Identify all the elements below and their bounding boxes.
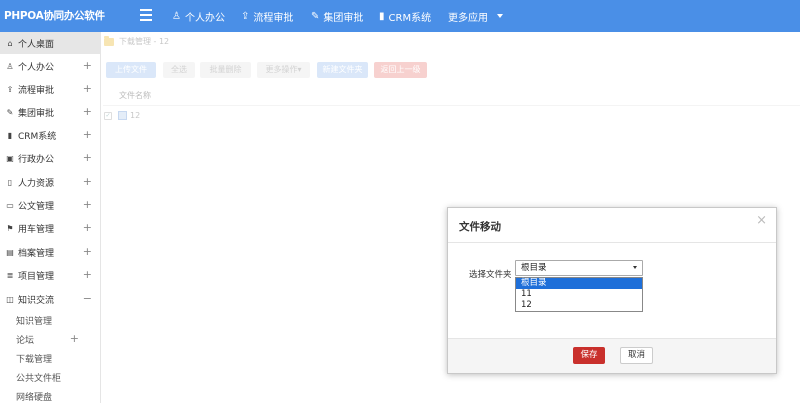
move-file-dialog: 文件移动 × 选择文件夹 根目录 根目录 11 12 保存 取消 [447, 207, 777, 374]
sidebar-item-label: CRM系统 [18, 131, 57, 142]
sidebar-subitem-label: 知识管理 [16, 317, 53, 327]
expand-plus-icon[interactable]: + [83, 82, 92, 95]
folder-option-12[interactable]: 12 [516, 300, 642, 311]
topnav-group-approval[interactable]: ✎ 集团审批 [311, 0, 363, 32]
divider [448, 242, 776, 243]
sidebar-item-vehicles[interactable]: ⚑ 用车管理 + [0, 217, 100, 239]
dialog-footer [448, 338, 776, 373]
menu-toggle-icon[interactable] [140, 9, 152, 21]
topnav-more-apps[interactable]: 更多应用 [448, 0, 503, 32]
close-icon[interactable]: × [756, 213, 767, 228]
flow-icon: ⇪ [6, 84, 14, 94]
expand-plus-icon[interactable]: + [83, 105, 92, 118]
sidebar-item-hr[interactable]: ▯ 人力资源 + [0, 171, 100, 193]
top-bar: PHPOA协同办公软件 ♙ 个人办公 ⇪ 流程审批 ✎ 集团审批 ▮ CRM系统… [0, 0, 800, 32]
sidebar-item-label: 用车管理 [18, 224, 55, 235]
edit-icon: ✎ [311, 10, 320, 22]
flow-icon: ⇪ [241, 10, 250, 22]
bar-chart-icon: ▮ [7, 130, 13, 140]
app-title[interactable]: PHPOA协同办公软件 [0, 0, 105, 32]
sidebar-item-personal-desktop[interactable]: ⌂ 个人桌面 [0, 32, 100, 54]
sidebar-item-group-approval[interactable]: ✎ 集团审批 + [0, 101, 100, 123]
book-icon: ▯ [7, 177, 13, 187]
car-icon: ⚑ [6, 223, 14, 233]
topnav-crm[interactable]: ▮ CRM系统 [379, 0, 431, 32]
topnav-label: CRM系统 [388, 12, 432, 24]
collapse-minus-icon[interactable]: − [83, 292, 92, 305]
folder-icon: ▭ [6, 200, 14, 210]
folder-select-value: 根目录 [521, 263, 547, 273]
sidebar-item-crm[interactable]: ▮ CRM系统 + [0, 124, 100, 146]
sidebar-item-label: 行政办公 [18, 154, 55, 165]
expand-plus-icon[interactable]: + [83, 151, 92, 164]
caret-down-icon [497, 14, 503, 18]
folder-select-label: 选择文件夹 [469, 270, 512, 280]
folder-option-11[interactable]: 11 [516, 289, 642, 300]
briefcase-icon: ▣ [6, 153, 14, 163]
topnav-personal-office[interactable]: ♙ 个人办公 [172, 0, 225, 32]
sidebar-item-label: 个人办公 [18, 62, 55, 73]
save-button[interactable]: 保存 [573, 347, 605, 364]
expand-plus-icon[interactable]: + [83, 59, 92, 72]
expand-plus-icon[interactable]: + [83, 221, 92, 234]
cancel-button[interactable]: 取消 [620, 347, 653, 364]
dialog-title: 文件移动 [459, 221, 501, 233]
folder-select[interactable]: 根目录 [515, 260, 643, 276]
sidebar-subitem-label: 下载管理 [16, 355, 53, 365]
sidebar-item-projects[interactable]: ≣ 项目管理 + [0, 264, 100, 286]
expand-plus-icon[interactable]: + [83, 268, 92, 281]
topnav-label: 集团审批 [323, 12, 364, 24]
sidebar-item-label: 项目管理 [18, 271, 55, 282]
sidebar-subitem-network-disk[interactable]: 网络硬盘 [0, 387, 100, 406]
bar-chart-icon: ▮ [379, 10, 385, 22]
sidebar-item-label: 流程审批 [18, 85, 55, 96]
expand-plus-icon[interactable]: + [83, 198, 92, 211]
expand-plus-icon[interactable]: + [83, 175, 92, 188]
folder-dropdown-list: 根目录 11 12 [515, 277, 643, 312]
sidebar-item-documents[interactable]: ▭ 公文管理 + [0, 194, 100, 216]
topnav-flow-approval[interactable]: ⇪ 流程审批 [241, 0, 293, 32]
expand-plus-icon[interactable]: + [70, 332, 79, 345]
topnav-label: 更多应用 [448, 12, 488, 24]
sidebar-item-label: 档案管理 [18, 248, 55, 259]
expand-plus-icon[interactable]: + [83, 128, 92, 141]
edit-icon: ✎ [6, 107, 14, 117]
sidebar-item-knowledge[interactable]: ◫ 知识交流 − [0, 288, 100, 310]
sidebar-item-label: 知识交流 [18, 295, 55, 306]
sidebar-subitem-label: 公共文件柜 [16, 374, 62, 384]
user-icon: ♙ [172, 10, 181, 22]
sidebar-subitem-forum[interactable]: 论坛 + [0, 330, 100, 349]
sidebar-subitem-label: 论坛 [16, 336, 35, 346]
sidebar-item-admin-office[interactable]: ▣ 行政办公 + [0, 147, 100, 169]
sidebar-subitem-public-cabinet[interactable]: 公共文件柜 [0, 368, 100, 387]
sidebar-item-personal-office[interactable]: ♙ 个人办公 + [0, 55, 100, 77]
user-icon: ♙ [6, 61, 14, 71]
chat-icon: ◫ [6, 294, 14, 304]
sidebar-item-archives[interactable]: ▤ 档案管理 + [0, 241, 100, 263]
sidebar-subitem-label: 网络硬盘 [16, 393, 53, 403]
sidebar-item-label: 个人桌面 [18, 39, 55, 50]
sidebar-item-label: 集团审批 [18, 108, 55, 119]
topnav-label: 个人办公 [184, 12, 225, 24]
sidebar: ⌂ 个人桌面 ♙ 个人办公 + ⇪ 流程审批 + ✎ 集团审批 + ▮ CRM系… [0, 32, 101, 403]
archive-icon: ▤ [6, 247, 14, 257]
home-icon: ⌂ [7, 38, 13, 48]
sidebar-subitem-download-management[interactable]: 下载管理 [0, 349, 100, 368]
sidebar-subitem-knowledge-management[interactable]: 知识管理 [0, 311, 100, 330]
sidebar-item-label: 人力资源 [18, 178, 55, 189]
sidebar-item-flow-approval[interactable]: ⇪ 流程审批 + [0, 78, 100, 100]
sidebar-item-label: 公文管理 [18, 201, 55, 212]
chevron-down-icon [633, 266, 637, 269]
list-icon: ≣ [6, 270, 14, 280]
topnav-label: 流程审批 [253, 12, 294, 24]
folder-option-root[interactable]: 根目录 [516, 278, 642, 289]
expand-plus-icon[interactable]: + [83, 245, 92, 258]
